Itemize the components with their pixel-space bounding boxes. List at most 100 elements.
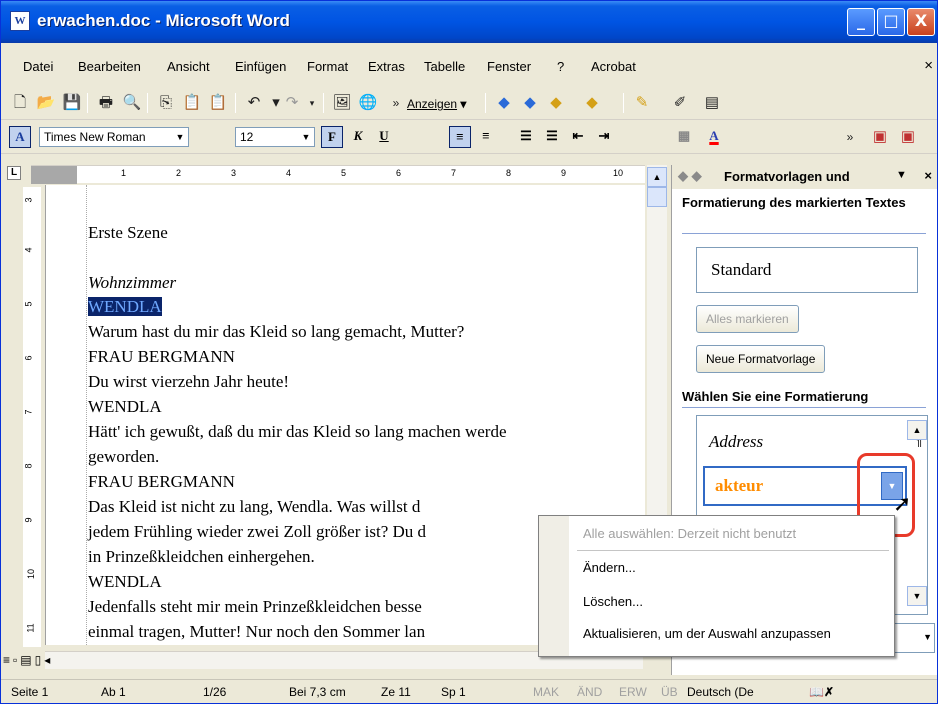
- menu-extras[interactable]: Extras: [368, 59, 405, 74]
- vruler-number: 9: [23, 517, 34, 523]
- status-bar: Seite 1 Ab 1 1/26 Bei 7,3 cm Ze 11 Sp 1 …: [1, 679, 937, 703]
- current-style-box: Standard: [696, 247, 918, 293]
- section-pick-formatting: Wählen Sie eine Formatierung: [682, 389, 869, 404]
- decrease-indent-icon[interactable]: ⇤: [567, 126, 589, 148]
- menu-bearbeiten[interactable]: Bearbeiten: [78, 59, 141, 74]
- highlight-icon[interactable]: ✎: [631, 92, 653, 114]
- menu-acrobat[interactable]: Acrobat: [591, 59, 636, 74]
- menu-gutter: [539, 516, 569, 656]
- next-change-icon[interactable]: ◆: [519, 92, 541, 114]
- copy-icon[interactable]: ⎘: [155, 92, 177, 114]
- border-icon[interactable]: ▦: [673, 126, 695, 148]
- overflow-icon[interactable]: »: [385, 92, 407, 114]
- open-folder-icon[interactable]: 📂: [35, 92, 57, 114]
- vertical-ruler[interactable]: 3 4 5 6 7 8 9 10 11: [23, 187, 41, 647]
- scroll-thumb[interactable]: [647, 187, 667, 207]
- close-button[interactable]: X: [907, 8, 935, 36]
- italic-button[interactable]: K: [347, 126, 369, 148]
- comment-icon[interactable]: ◆: [581, 92, 603, 114]
- task-pane-close-icon[interactable]: ×: [924, 168, 932, 183]
- section-formatting-selected: Formatierung des markierten Textes: [682, 195, 906, 210]
- task-pane-dropdown-icon[interactable]: ▼: [896, 169, 907, 181]
- menu-help[interactable]: ?: [557, 59, 564, 74]
- menu-datei[interactable]: Datei: [23, 59, 53, 74]
- scroll-up-icon[interactable]: ▲: [647, 167, 667, 187]
- align-center-icon[interactable]: ≡: [475, 126, 497, 148]
- paste-special-icon[interactable]: 📋: [207, 92, 229, 114]
- minimize-button[interactable]: _: [847, 8, 875, 36]
- view-buttons[interactable]: ≡▫▤▯◂: [3, 653, 53, 667]
- menu-item-update[interactable]: Aktualisieren, um der Auswahl anzupassen: [583, 626, 831, 641]
- align-left-icon[interactable]: ≡: [449, 126, 471, 148]
- task-pane-title[interactable]: Formatvorlagen und: [724, 169, 850, 184]
- pdf-mail-icon[interactable]: ▣: [897, 126, 919, 148]
- selected-text: WENDLA: [88, 297, 162, 316]
- status-ueb[interactable]: ÜB: [661, 685, 678, 699]
- menu-item-delete[interactable]: Löschen...: [583, 594, 643, 609]
- bullets-icon[interactable]: ☰: [541, 126, 563, 148]
- doc-line: FRAU BERGMANN: [88, 347, 235, 366]
- tab-selector[interactable]: L: [7, 166, 21, 180]
- word-app-icon[interactable]: W: [10, 11, 30, 31]
- styles-pane-icon[interactable]: A: [9, 126, 31, 148]
- ruler-margin: [31, 166, 77, 184]
- redo-dropdown-icon[interactable]: ▾: [301, 92, 323, 114]
- menu-einfuegen[interactable]: Einfügen: [235, 59, 286, 74]
- track-changes-icon[interactable]: ✐: [669, 92, 691, 114]
- select-all-button[interactable]: Alles markieren: [696, 305, 799, 333]
- web-icon[interactable]: 🌐: [357, 92, 379, 114]
- menu-fenster[interactable]: Fenster: [487, 59, 531, 74]
- list-scroll-up-icon[interactable]: ▲: [907, 420, 927, 440]
- pdf-icon[interactable]: ▣: [869, 126, 891, 148]
- new-document-icon[interactable]: 🗋: [9, 92, 31, 114]
- status-erw[interactable]: ERW: [619, 685, 647, 699]
- anzeigen-button[interactable]: Anzeigen ▾: [407, 97, 466, 111]
- overflow-icon-2[interactable]: »: [839, 126, 861, 148]
- menu-format[interactable]: Format: [307, 59, 348, 74]
- increase-indent-icon[interactable]: ⇥: [593, 126, 615, 148]
- accept-change-icon[interactable]: ◆: [493, 92, 515, 114]
- mouse-cursor-icon: ➚: [893, 491, 912, 516]
- style-item-address[interactable]: Address: [709, 432, 763, 452]
- reject-change-icon[interactable]: ◆: [545, 92, 567, 114]
- horizontal-ruler[interactable]: 1 2 3 4 5 6 7 8 9 10: [31, 165, 645, 184]
- doc-line: Du wirst vierzehn Jahr heute!: [88, 372, 290, 391]
- window-title: erwachen.doc - Microsoft Word: [37, 11, 290, 30]
- formatting-toolbar: A Times New Roman ▼ 12 ▼ F K U ≡ ≡ ☰ ☰ ⇤ ⇥…: [1, 121, 937, 154]
- status-aend[interactable]: ÄND: [577, 685, 602, 699]
- paste-icon[interactable]: 📋: [181, 92, 203, 114]
- vruler-number: 10: [26, 568, 37, 580]
- font-color-icon[interactable]: A: [703, 126, 725, 148]
- size-combo[interactable]: 12 ▼: [235, 127, 315, 147]
- doc-close-icon[interactable]: ×: [924, 57, 933, 74]
- font-combo[interactable]: Times New Roman ▼: [39, 127, 189, 147]
- vruler-number: 7: [23, 409, 34, 415]
- menu-item-select-all[interactable]: Alle auswählen: Derzeit nicht benutzt: [583, 526, 796, 541]
- redo-icon[interactable]: ↷: [281, 92, 303, 114]
- reviewing-pane-icon[interactable]: ▤: [701, 92, 723, 114]
- status-section: Ab 1: [101, 685, 126, 699]
- insert-picture-icon[interactable]: 🖼: [331, 92, 353, 114]
- menu-ansicht[interactable]: Ansicht: [167, 59, 210, 74]
- vruler-number: 11: [25, 623, 36, 633]
- doc-line: Warum hast du mir das Kleid so lang gema…: [88, 322, 465, 341]
- underline-button[interactable]: U: [373, 126, 395, 148]
- anzeigen-label: Anzeigen: [407, 97, 458, 111]
- print-preview-icon[interactable]: 🔍: [121, 92, 143, 114]
- save-icon[interactable]: 💾: [61, 92, 83, 114]
- list-scroll-down-icon[interactable]: ▼: [907, 586, 927, 606]
- undo-icon[interactable]: ↶: [243, 92, 265, 114]
- print-icon[interactable]: 🖶: [95, 92, 117, 114]
- bold-button[interactable]: F: [321, 126, 343, 148]
- spellcheck-icon[interactable]: 📖✗: [809, 685, 834, 699]
- new-style-button[interactable]: Neue Formatvorlage: [696, 345, 826, 373]
- menu-item-change[interactable]: Ändern...: [583, 560, 636, 575]
- nav-back-icon[interactable]: ◆ ◆: [678, 168, 702, 184]
- status-mak[interactable]: MAK: [533, 685, 559, 699]
- ruler-number: 8: [506, 168, 512, 178]
- status-pages: 1/26: [203, 685, 227, 699]
- numbering-icon[interactable]: ☰: [515, 126, 537, 148]
- maximize-button[interactable]: □: [877, 8, 905, 36]
- title-bar[interactable]: W erwachen.doc - Microsoft Word _ □ X: [1, 1, 937, 43]
- menu-tabelle[interactable]: Tabelle: [424, 59, 465, 74]
